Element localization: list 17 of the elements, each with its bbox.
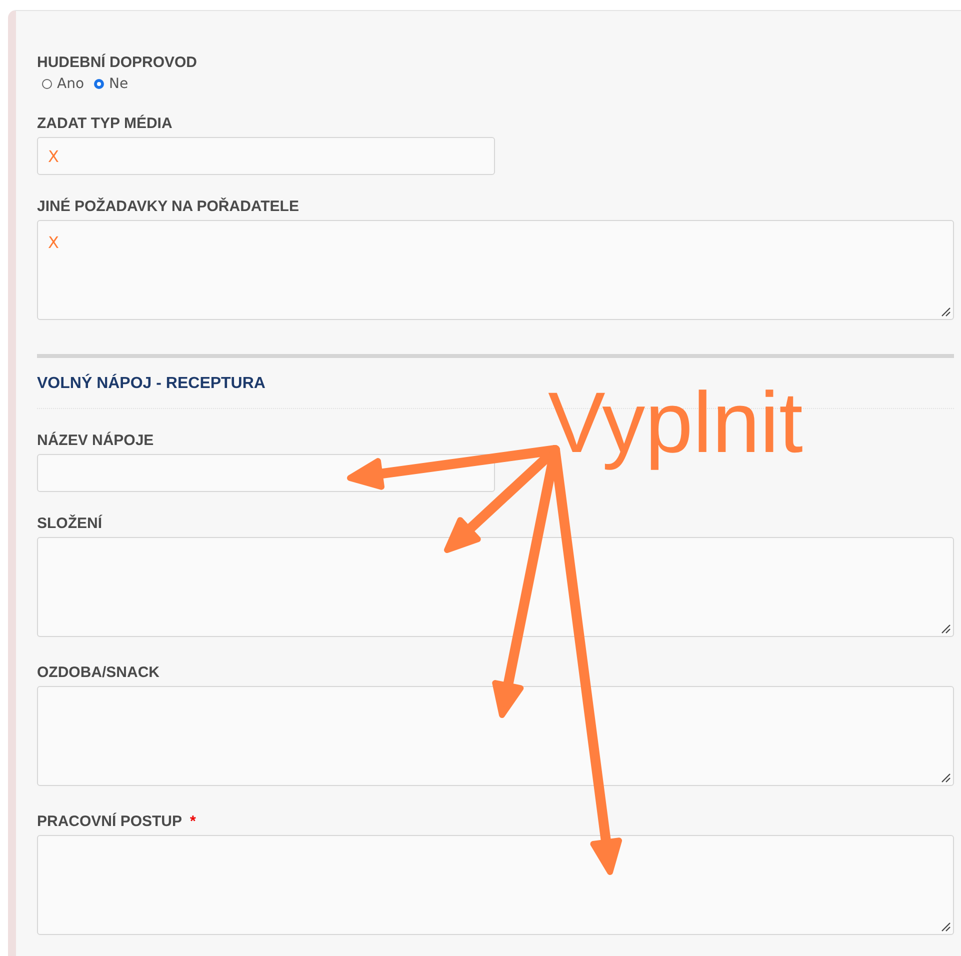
field-label: PRACOVNÍ POSTUP: [37, 812, 182, 832]
field-label: SLOŽENÍ: [37, 514, 102, 534]
resize-handle-icon[interactable]: [941, 922, 951, 932]
field-label: JINÉ POŽADAVKY NA POŘADATELE: [37, 197, 299, 217]
resize-handle-icon[interactable]: [941, 624, 951, 634]
radio-option[interactable]: Ne: [94, 76, 128, 92]
field-label: OZDOBA/SNACK: [37, 663, 160, 683]
resize-handle-icon[interactable]: [941, 307, 951, 317]
radio-button[interactable]: [42, 79, 52, 89]
resize-handle-icon[interactable]: [941, 773, 951, 783]
text-field[interactable]: [37, 454, 495, 492]
radio-button[interactable]: [94, 79, 104, 89]
radio-option[interactable]: Ano: [42, 76, 84, 92]
field-label: HUDEBNÍ DOPROVOD: [37, 53, 198, 73]
field-label: ZADAT TYP MÉDIA: [37, 114, 172, 134]
field-label: NÁZEV NÁPOJE: [37, 431, 154, 451]
required-mark: *: [190, 812, 196, 832]
